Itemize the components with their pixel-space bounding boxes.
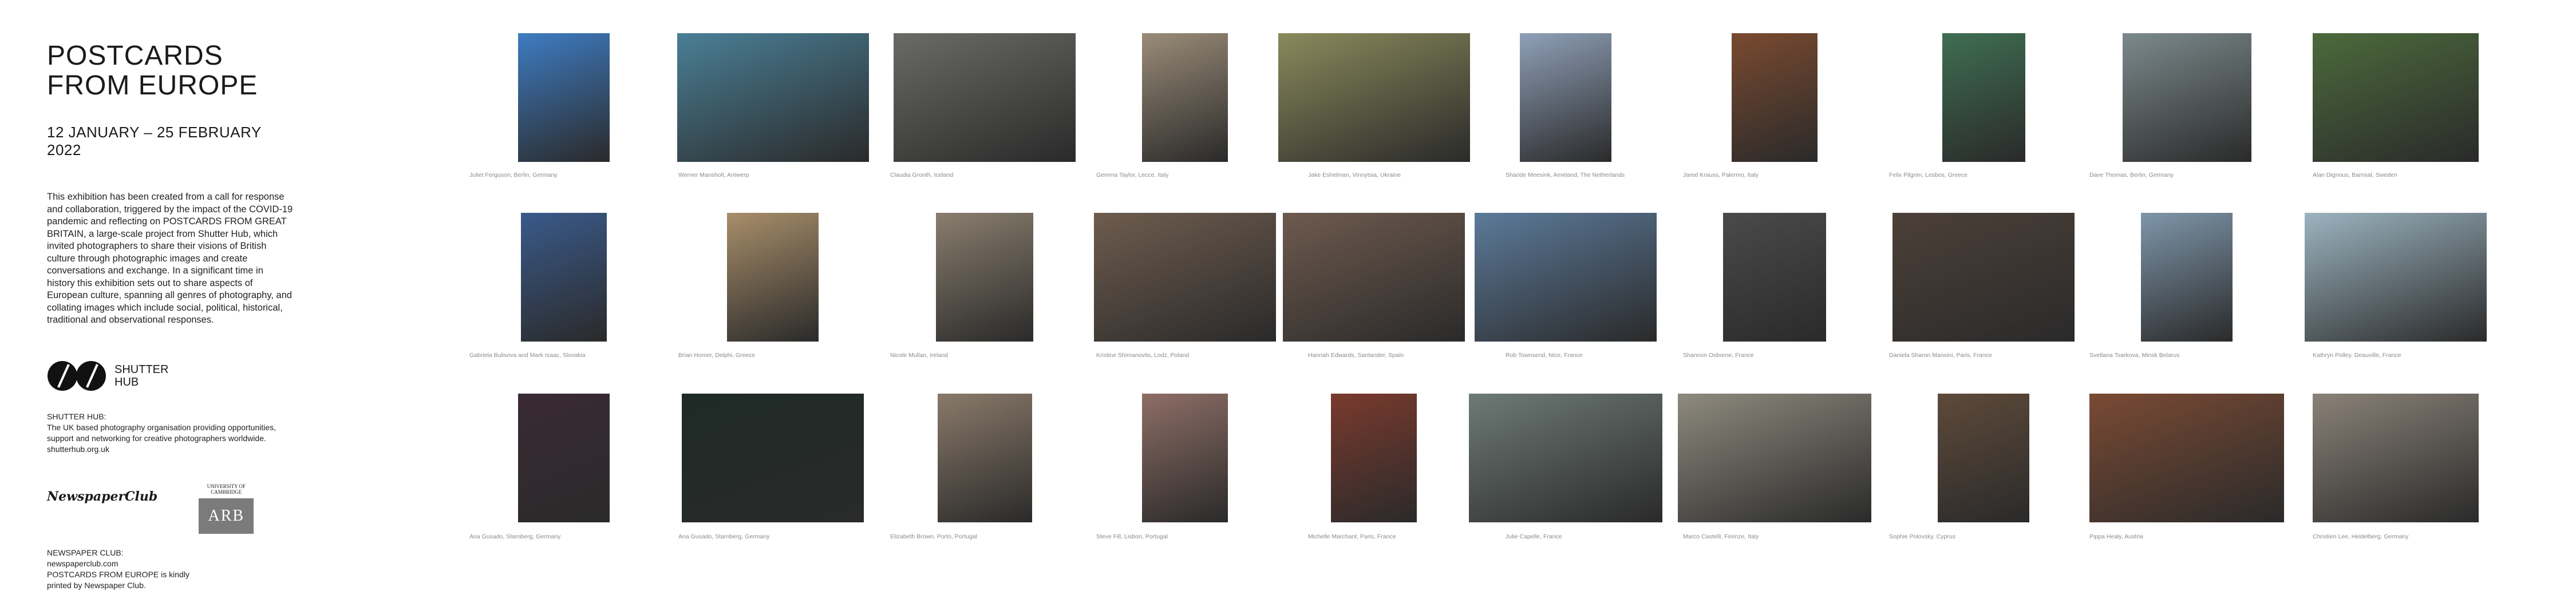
photo-thumbnail[interactable] [677, 33, 869, 162]
photo-caption: Hannah Edwards, Santander, Spain [1308, 352, 1404, 359]
arb-logo: UNIVERSITY OF CAMBRIDGE ARB [197, 483, 255, 534]
photo-caption: Ana Gusado, Starnberg, Germany [678, 533, 770, 540]
photo-thumbnail[interactable] [1893, 213, 2075, 342]
photo-thumbnail[interactable] [1520, 33, 1611, 162]
photo-thumbnail[interactable] [2141, 213, 2233, 342]
photo-thumbnail[interactable] [2122, 33, 2251, 162]
newspaper-club-logo: NewspaperClub [47, 489, 158, 504]
photo-thumbnail[interactable] [2089, 394, 2284, 522]
org-url[interactable]: shutterhub.org.uk [47, 444, 293, 455]
photo-thumbnail[interactable] [894, 33, 1076, 162]
arb-university-label: UNIVERSITY OF CAMBRIDGE [207, 483, 246, 495]
photo-thumbnail[interactable] [1475, 213, 1657, 342]
photo-thumbnail[interactable] [2313, 33, 2479, 162]
newspaper-club-text: NEWSPAPER CLUB: newspaperclub.com POSTCA… [47, 548, 293, 591]
photo-thumbnail[interactable] [682, 394, 864, 522]
photo-thumbnail[interactable] [727, 213, 819, 342]
photo-caption: Sharide Meesink, Ameland, The Netherland… [1506, 172, 1625, 179]
arb-logo-mark: ARB [199, 498, 254, 534]
photo-thumbnail[interactable] [937, 394, 1032, 522]
photo-thumbnail[interactable] [2305, 213, 2487, 342]
exhibition-dates: 12 JANUARY – 25 FEBRUARY 2022 [47, 124, 262, 158]
photo-caption: Brian Homer, Delphi, Greece [678, 352, 756, 359]
org-desc-2: support and networking for creative phot… [47, 433, 266, 443]
photo-caption: Svetlana Tsarkova, Minsk Belarus [2089, 352, 2180, 359]
brand-name-line-1: SHUTTER [114, 363, 169, 376]
photo-caption: Gemma Taylor, Lecce, Italy [1096, 172, 1169, 179]
photo-caption: Marco Castelli, Firenze, Italy [1683, 533, 1759, 540]
shutter-hub-logo-icon [48, 360, 106, 391]
photo-caption: Felix Pilgrim, Lesbos, Greece [1889, 172, 1968, 179]
nc-line-1: POSTCARDS FROM EUROPE is kindly [47, 569, 189, 579]
photo-caption: Elizabeth Brown, Porto, Portugal [890, 533, 977, 540]
photo-thumbnail[interactable] [1469, 394, 1662, 522]
photo-thumbnail[interactable] [1723, 213, 1826, 342]
photo-thumbnail[interactable] [521, 213, 607, 342]
photo-thumbnail[interactable] [518, 33, 610, 162]
title-line-1: POSTCARDS [47, 41, 223, 71]
intro-text: This exhibition has been created from a … [47, 192, 293, 325]
photo-thumbnail[interactable] [2313, 394, 2479, 522]
photo-caption: Jared Krauss, Palermo, Italy [1683, 172, 1759, 179]
nc-name: NEWSPAPER CLUB: [47, 548, 124, 557]
photo-caption: Kathryn Polley, Deauville, France [2313, 352, 2401, 359]
photo-caption: Michelle Marchant, Paris, France [1308, 533, 1396, 540]
brand-name-line-2: HUB [114, 375, 139, 388]
org-name: SHUTTER HUB: [47, 411, 106, 421]
photo-caption: Rob Townsend, Nice, France [1506, 352, 1583, 359]
photo-caption: Jake Eshelman, Vinnytsia, Ukraine [1308, 172, 1401, 179]
photo-thumbnail[interactable] [1283, 213, 1465, 342]
photo-caption: Daniela Sharon Mansini, Paris, France [1889, 352, 1992, 359]
brand-name: SHUTTER HUB [114, 363, 168, 388]
page-title: POSTCARDS FROM EUROPE [47, 41, 293, 101]
photo-caption: Alan Dignous, Barnsal, Sweden [2313, 172, 2397, 179]
photo-thumbnail[interactable] [518, 394, 610, 522]
nc-url[interactable]: newspaperclub.com [47, 558, 293, 569]
org-description: SHUTTER HUB: The UK based photography or… [47, 411, 293, 455]
photo-thumbnail[interactable] [1142, 394, 1228, 522]
photo-thumbnail[interactable] [1331, 394, 1417, 522]
photo-thumbnail[interactable] [1678, 394, 1871, 522]
photo-thumbnail[interactable] [1142, 33, 1228, 162]
photo-thumbnail[interactable] [1094, 213, 1276, 342]
photo-thumbnail[interactable] [1942, 33, 2025, 162]
photo-caption: Juliet Ferguson, Berlin, Germany [469, 172, 558, 179]
photo-thumbnail[interactable] [1732, 33, 1818, 162]
photo-caption: Julie Capelle, France [1506, 533, 1562, 540]
photo-caption: Nicole Mullan, Ireland [890, 352, 948, 359]
photo-thumbnail[interactable] [1938, 394, 2029, 522]
title-line-2: FROM EUROPE [47, 70, 258, 101]
partner-logos: NewspaperClub UNIVERSITY OF CAMBRIDGE AR… [47, 483, 293, 534]
photo-caption: Dave Thomas, Berlin, Germany [2089, 172, 2174, 179]
photo-caption: Pippa Healy, Austria [2089, 533, 2143, 540]
photo-caption: Shannon Osborne, France [1683, 352, 1754, 359]
photo-caption: Sophie Polovsky, Cyprus [1889, 533, 1955, 540]
photo-thumbnail[interactable] [1278, 33, 1470, 162]
org-desc-1: The UK based photography organisation pr… [47, 422, 276, 432]
photo-caption: Gabriela Bulisova and Mark Isaac, Slovak… [469, 352, 586, 359]
photo-caption: Kristine Shimanovits, Lodz, Poland [1096, 352, 1190, 359]
photo-caption: Ana Gusado, Starnberg, Germany [469, 533, 561, 540]
photo-thumbnail[interactable] [936, 213, 1033, 342]
nc-line-2: printed by Newspaper Club. [47, 580, 146, 590]
photo-caption: Claudia Gronth, Iceland [890, 172, 954, 179]
info-panel: POSTCARDS FROM EUROPE 12 JANUARY – 25 FE… [47, 41, 293, 591]
photo-caption: Steve Fill, Lisbon, Portugal [1096, 533, 1168, 540]
photo-caption: Werner Mansholt, Antwerp [678, 172, 749, 179]
photo-caption: Christien Lee, Heidelberg, Germany [2313, 533, 2409, 540]
shutter-hub-brand: SHUTTER HUB [47, 360, 293, 392]
